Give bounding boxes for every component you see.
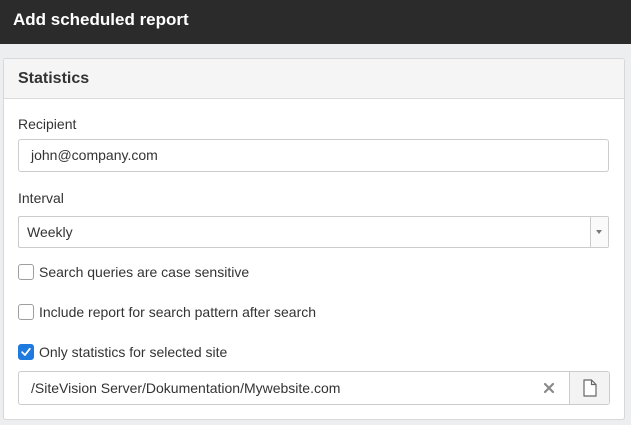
search-pattern-label: Include report for search pattern after …	[39, 304, 317, 320]
panel-title: Statistics	[4, 59, 624, 99]
case-sensitive-label: Search queries are case sensitive	[39, 264, 250, 280]
chevron-down-icon	[596, 230, 602, 234]
interval-selected-value: Weekly	[27, 224, 73, 240]
recipient-label: Recipient	[18, 116, 77, 132]
selected-site-checkbox[interactable]	[18, 344, 34, 360]
site-path-value: /SiteVision Server/Dokumentation/Mywebsi…	[31, 380, 341, 396]
site-path-field[interactable]: /SiteVision Server/Dokumentation/Mywebsi…	[18, 371, 610, 405]
close-icon[interactable]	[542, 381, 556, 395]
interval-label: Interval	[18, 190, 64, 206]
selected-site-option[interactable]: Only statistics for selected site	[18, 343, 318, 361]
interval-select[interactable]: Weekly	[18, 216, 609, 248]
search-pattern-option[interactable]: Include report for search pattern after …	[18, 303, 358, 321]
document-icon	[583, 379, 597, 397]
dropdown-toggle[interactable]	[590, 217, 608, 247]
recipient-input[interactable]: john@company.com	[18, 139, 609, 172]
case-sensitive-checkbox[interactable]	[18, 264, 34, 280]
statistics-panel: Statistics Recipient john@company.com In…	[3, 58, 625, 420]
case-sensitive-option[interactable]: Search queries are case sensitive	[18, 263, 318, 281]
search-pattern-checkbox[interactable]	[18, 304, 34, 320]
checkmark-icon	[21, 347, 31, 356]
window-title: Add scheduled report	[0, 0, 631, 44]
selected-site-label: Only statistics for selected site	[39, 344, 228, 360]
browse-button[interactable]	[569, 372, 609, 404]
